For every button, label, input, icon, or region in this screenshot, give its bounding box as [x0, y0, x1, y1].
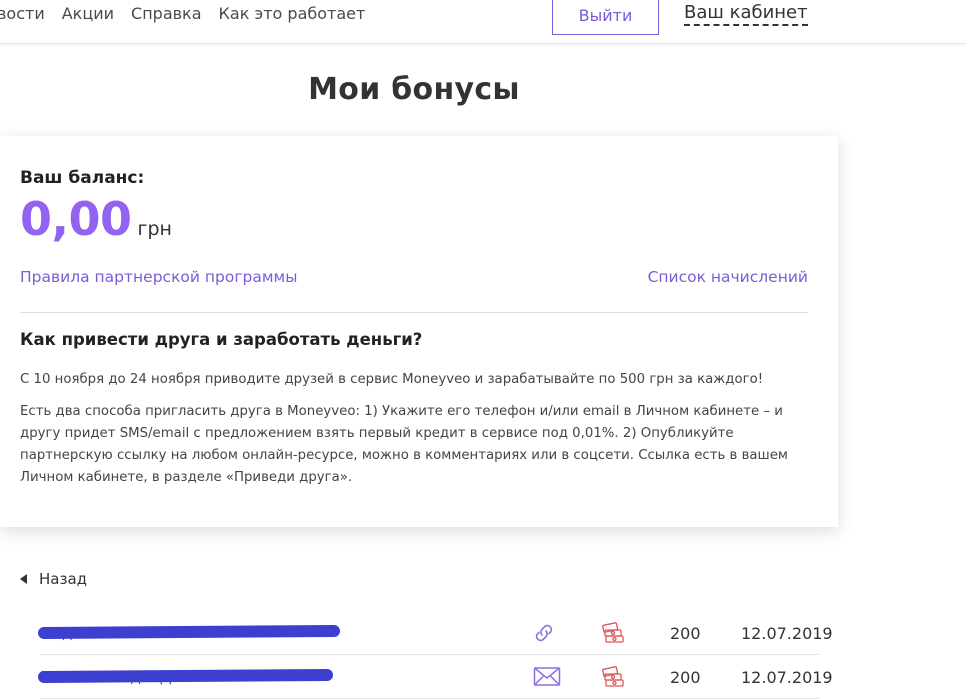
referral-row: Посняк Влад... Д... 200 12.07.2019 [37, 655, 833, 699]
link-icon [535, 624, 553, 642]
envelope-icon [533, 667, 561, 686]
referral-amount: 200 [670, 668, 701, 687]
referral-date: 12.07.2019 [741, 668, 833, 687]
divider [20, 312, 808, 313]
page-title: Мои бонусы [308, 72, 520, 107]
referral-amount: 200 [670, 624, 701, 643]
redaction-scribble [37, 624, 341, 640]
top-header: вости Акции Справка Как это работает ▔▔ … [0, 0, 967, 44]
redaction-scribble [37, 668, 334, 684]
balance-display: 0,00 грн [20, 192, 172, 246]
money-stack-icon [602, 622, 624, 643]
cabinet-link[interactable]: Ваш кабинет [684, 2, 808, 26]
balance-currency: грн [137, 218, 172, 240]
referral-row: Фед... К... 200 12.07.2019 [37, 611, 833, 655]
referral-date: 12.07.2019 [741, 624, 833, 643]
balance-label: Ваш баланс: [20, 168, 145, 188]
nav-item-news[interactable]: вости [0, 4, 45, 23]
back-link[interactable]: Назад [20, 570, 87, 588]
nav-item-promotions[interactable]: Акции [62, 4, 114, 23]
nav-item-help[interactable]: Справка [131, 4, 202, 23]
main-nav: вости Акции Справка Как это работает [0, 4, 382, 23]
promo-text: С 10 ноября до 24 ноября приводите друзе… [20, 372, 764, 387]
invite-heading: Как привести друга и заработать деньги? [20, 330, 423, 349]
partner-rules-link[interactable]: Правила партнерской программы [20, 268, 297, 286]
logout-button[interactable]: Выйти [552, 0, 659, 35]
invite-ways-text: Есть два способа пригласить друга в Mone… [20, 404, 788, 485]
accruals-list-link[interactable]: Список начислений [648, 268, 808, 286]
balance-amount: 0,00 [20, 192, 132, 246]
back-label: Назад [39, 570, 88, 588]
money-stack-icon [602, 666, 624, 687]
back-arrow-icon [20, 574, 27, 584]
logo-fragment: ▔▔ [0, 36, 14, 42]
nav-item-how-it-works[interactable]: Как это работает [219, 4, 366, 23]
bonus-card: Ваш баланс: 0,00 грн Правила партнерской… [0, 136, 838, 527]
